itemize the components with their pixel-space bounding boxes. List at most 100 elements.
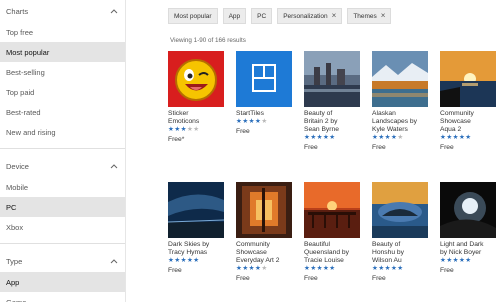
app-tile[interactable]: Community Showcase Everyday Art 2 ★★★★★ … — [236, 182, 292, 283]
filter-chip-app[interactable]: App — [222, 8, 247, 24]
app-title-line: Sean Byrne — [304, 126, 339, 133]
chevron-up-icon[interactable] — [109, 256, 119, 266]
rating-stars: ★★★★★ — [304, 265, 336, 272]
app-title-line: Beautiful — [304, 241, 331, 248]
app-tile[interactable]: Beautiful Queensland by Tracie Louise ★★… — [304, 182, 360, 283]
chevron-up-icon[interactable] — [109, 161, 119, 171]
results-count: Viewing 1-90 of 166 results — [170, 37, 246, 44]
app-tile[interactable]: Beauty of Honshu by Wilson Au ★★★★★ Free — [372, 182, 428, 283]
rating-stars: ★★★★★ — [236, 265, 268, 272]
app-title-line: Alaskan — [372, 110, 396, 117]
rating-stars: ★★★★★ — [168, 126, 200, 133]
close-icon[interactable]: × — [381, 12, 386, 20]
app-title-line: Showcase — [236, 249, 267, 256]
sidebar-item-top-free[interactable]: Top free — [0, 22, 125, 42]
app-title-line: Beauty of — [304, 110, 333, 117]
beauty-of-britain-thumbnail — [304, 51, 360, 107]
filter-chip-themes[interactable]: Themes × — [347, 8, 392, 24]
device-heading: Device — [6, 161, 29, 171]
close-icon[interactable]: × — [332, 12, 337, 20]
app-tile[interactable]: StartTiles ★★★★★ Free — [236, 51, 292, 136]
app-price: Free — [236, 128, 250, 135]
app-title-line: StartTiles — [236, 110, 264, 117]
app-title-line: Showcase — [440, 118, 471, 125]
app-title-line: Community — [236, 241, 270, 248]
community-showcase-everyday-art-thumbnail — [236, 182, 292, 238]
app-title-line: Community — [440, 110, 474, 117]
rating-stars: ★★★★★ — [440, 257, 472, 264]
app-price: Free — [372, 144, 386, 151]
app-tile[interactable]: Alaskan Landscapes by Kyle Waters ★★★★★ … — [372, 51, 428, 152]
dark-skies-thumbnail — [168, 182, 224, 238]
filter-chip-label: Themes — [353, 12, 377, 20]
app-price: Free — [168, 267, 182, 274]
sidebar-item-new-and-rising[interactable]: New and rising — [0, 122, 125, 142]
sidebar-item-top-paid[interactable]: Top paid — [0, 82, 125, 102]
app-tile[interactable]: Beauty of Britain 2 by Sean Byrne ★★★★★ … — [304, 51, 360, 152]
app-title-line: Tracy Hymas — [168, 249, 208, 256]
sidebar-item-app[interactable]: App — [0, 272, 125, 292]
chevron-up-icon[interactable] — [109, 6, 119, 16]
app-title-line: Wilson Au — [372, 257, 402, 264]
app-title-line: Britain 2 by — [304, 118, 338, 125]
results-panel: Most popular App PC Personalization × The… — [126, 0, 500, 302]
app-title-line: Light and Dark — [440, 241, 484, 248]
app-title-line: Honshu by — [372, 249, 404, 256]
app-price: Free* — [168, 136, 185, 143]
app-title-line: Beauty of — [372, 241, 401, 248]
app-tile[interactable]: Dark Skies by Tracy Hymas ★★★★★ Free — [168, 182, 224, 275]
sidebar-item-xbox[interactable]: Xbox — [0, 217, 125, 237]
app-title-line: by Nick Boyer — [440, 249, 482, 256]
filter-chip-most-popular[interactable]: Most popular — [168, 8, 218, 24]
rating-stars: ★★★★★ — [372, 265, 404, 272]
beauty-of-honshu-thumbnail — [372, 182, 428, 238]
filter-chip-label: App — [228, 12, 241, 20]
section-divider — [0, 243, 125, 244]
app-title-line: Dark Skies by — [168, 241, 210, 248]
sidebar-item-best-rated[interactable]: Best-rated — [0, 102, 125, 122]
alaskan-landscapes-thumbnail — [372, 51, 428, 107]
rating-stars: ★★★★★ — [440, 134, 472, 141]
sidebar-item-most-popular[interactable]: Most popular — [0, 42, 125, 62]
charts-heading: Charts — [6, 6, 29, 16]
beautiful-queensland-thumbnail — [304, 182, 360, 238]
app-title-line: Everyday Art 2 — [236, 257, 280, 264]
app-price: Free — [440, 144, 454, 151]
app-title-line: Queensland by — [304, 249, 349, 256]
app-title-line: Tracie Louise — [304, 257, 344, 264]
app-price: Free — [440, 267, 454, 274]
app-price: Free — [236, 275, 250, 282]
light-and-dark-thumbnail — [440, 182, 496, 238]
sidebar-item-best-selling[interactable]: Best-selling — [0, 62, 125, 82]
active-filters-bar: Most popular App PC Personalization × The… — [168, 8, 392, 24]
type-heading: Type — [6, 256, 23, 266]
charts-section-header[interactable]: Charts — [0, 0, 125, 22]
rating-stars: ★★★★★ — [168, 257, 200, 264]
app-title-line: Sticker — [168, 110, 189, 117]
sidebar-item-game[interactable]: Game — [0, 292, 125, 302]
type-section-header[interactable]: Type — [0, 250, 125, 272]
filter-chip-label: PC — [257, 12, 267, 20]
app-tile[interactable]: Light and Dark by Nick Boyer ★★★★★ Free — [440, 182, 496, 275]
app-tile[interactable]: Sticker Emoticons ★★★★★ Free* — [168, 51, 224, 144]
filter-chip-pc[interactable]: PC — [251, 8, 273, 24]
sidebar-item-pc[interactable]: PC — [0, 197, 125, 217]
filter-sidebar: Charts Top free Most popular Best-sellin… — [0, 0, 126, 302]
app-price: Free — [304, 275, 318, 282]
filter-chip-label: Most popular — [174, 12, 212, 20]
community-showcase-aqua-thumbnail — [440, 51, 496, 107]
app-title-line: Landscapes by — [372, 118, 417, 125]
app-price: Free — [372, 275, 386, 282]
app-price: Free — [304, 144, 318, 151]
sticker-emoticons-thumbnail — [168, 51, 224, 107]
app-title-line: Kyle Waters — [372, 126, 408, 133]
app-title-line: Aqua 2 — [440, 126, 462, 133]
sidebar-item-mobile[interactable]: Mobile — [0, 177, 125, 197]
rating-stars: ★★★★★ — [372, 134, 404, 141]
device-section-header[interactable]: Device — [0, 155, 125, 177]
app-tile[interactable]: Community Showcase Aqua 2 ★★★★★ Free — [440, 51, 496, 152]
filter-chip-label: Personalization — [283, 12, 328, 20]
rating-stars: ★★★★★ — [304, 134, 336, 141]
filter-chip-personalization[interactable]: Personalization × — [277, 8, 343, 24]
rating-stars: ★★★★★ — [236, 118, 268, 125]
